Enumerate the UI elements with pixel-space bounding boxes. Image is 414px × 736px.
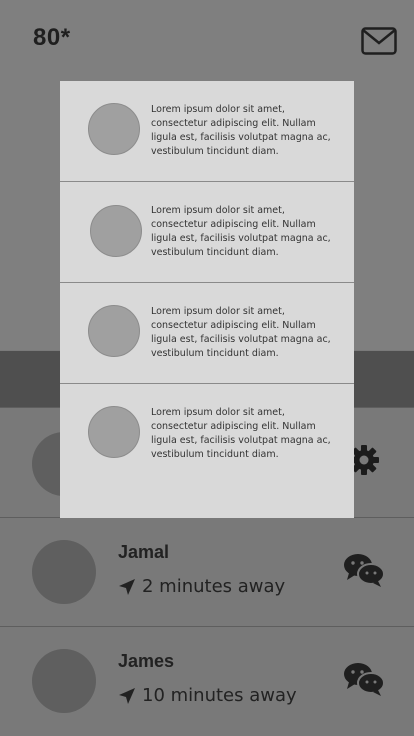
popup-item[interactable]: Lorem ipsum dolor sit amet, consectetur … bbox=[60, 384, 354, 518]
avatar bbox=[88, 103, 140, 155]
avatar bbox=[88, 406, 140, 458]
temperature-readout: 80* bbox=[33, 24, 71, 51]
avatar bbox=[88, 305, 140, 357]
popup-item-text: Lorem ipsum dolor sit amet, consectetur … bbox=[151, 407, 331, 460]
notification-popup: Lorem ipsum dolor sit amet, consectetur … bbox=[60, 81, 354, 518]
navigation-arrow-icon bbox=[119, 578, 135, 595]
popup-item-text: Lorem ipsum dolor sit amet, consectetur … bbox=[151, 205, 331, 258]
app-screen: 80* Jamal 2 minutes away James 10 minute… bbox=[0, 0, 414, 736]
contact-name: Jamal bbox=[118, 542, 170, 562]
distance-label: 10 minutes away bbox=[142, 685, 297, 706]
avatar bbox=[32, 540, 96, 604]
envelope-icon[interactable] bbox=[361, 27, 397, 55]
chat-icon[interactable] bbox=[343, 552, 385, 588]
list-item-james[interactable]: James 10 minutes away bbox=[0, 626, 414, 736]
popup-item-text: Lorem ipsum dolor sit amet, consectetur … bbox=[151, 306, 331, 359]
popup-item[interactable]: Lorem ipsum dolor sit amet, consectetur … bbox=[60, 283, 354, 384]
avatar bbox=[90, 205, 142, 257]
distance-label: 2 minutes away bbox=[142, 576, 286, 597]
list-item-jamal[interactable]: Jamal 2 minutes away bbox=[0, 517, 414, 628]
contact-name: James bbox=[118, 651, 175, 671]
chat-icon[interactable] bbox=[343, 661, 385, 697]
popup-item-text: Lorem ipsum dolor sit amet, consectetur … bbox=[151, 104, 331, 157]
contact-distance: 2 minutes away bbox=[118, 576, 285, 597]
avatar bbox=[32, 649, 96, 713]
navigation-arrow-icon bbox=[119, 687, 135, 704]
popup-item[interactable]: Lorem ipsum dolor sit amet, consectetur … bbox=[60, 81, 354, 182]
popup-item[interactable]: Lorem ipsum dolor sit amet, consectetur … bbox=[60, 182, 354, 283]
contact-distance: 10 minutes away bbox=[118, 685, 297, 706]
